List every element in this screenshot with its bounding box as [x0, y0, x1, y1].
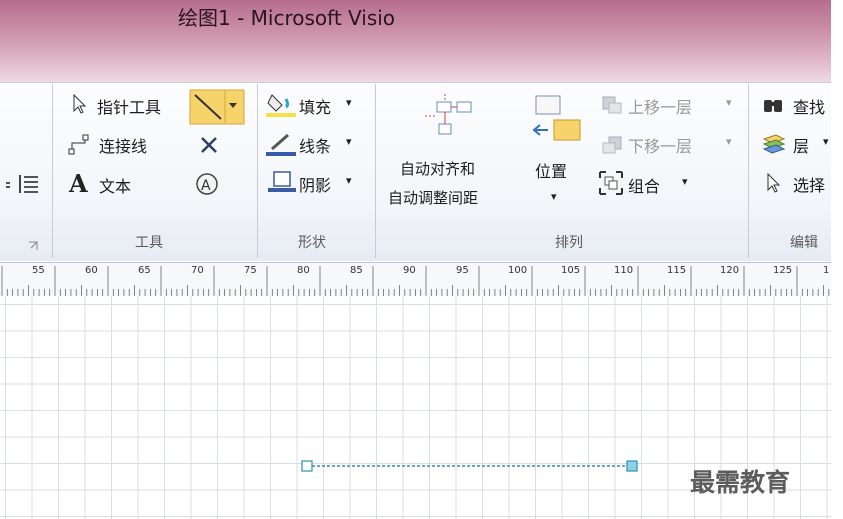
line-icon [266, 131, 298, 157]
send-backward-dropdown[interactable]: ▾ [726, 135, 732, 148]
layers-dropdown[interactable]: ▾ [823, 135, 829, 148]
freeform-icon[interactable]: A [193, 170, 221, 198]
ruler-label: 75 [244, 265, 257, 276]
dialog-launcher-icon[interactable] [28, 236, 38, 250]
line-end-handle[interactable] [626, 460, 638, 472]
pointer-tool-button[interactable]: 指针工具 [97, 94, 161, 118]
tools-group-label: 工具 [135, 235, 163, 251]
connector-icon [67, 133, 91, 157]
horizontal-ruler[interactable]: 55 60 65 70 75 80 85 90 95 100 105 110 1… [0, 262, 831, 297]
ruler-label: 65 [138, 265, 151, 276]
find-icon [762, 94, 786, 116]
position-icon[interactable] [530, 92, 584, 144]
ruler-label: 105 [561, 265, 581, 276]
arrange-group-label: 排列 [555, 235, 583, 251]
ruler-label: 1 [823, 265, 830, 276]
group-separator [52, 84, 53, 258]
bring-forward-dropdown[interactable]: ▾ [726, 96, 732, 109]
auto-align-label-1[interactable]: 自动对齐和 [400, 158, 475, 179]
line-dropdown[interactable]: ▾ [346, 135, 352, 148]
send-backward-button[interactable]: 下移一层 [628, 133, 692, 157]
line-button[interactable]: 线条 [299, 133, 331, 157]
auto-align-label-2[interactable]: 自动调整间距 [388, 187, 478, 208]
line-tool-button[interactable] [189, 89, 245, 125]
pointer-icon [70, 93, 88, 115]
ruler-label: 120 [720, 265, 740, 276]
close-icon[interactable] [199, 135, 219, 155]
bring-forward-icon [601, 95, 623, 115]
find-button[interactable]: 查找 [793, 94, 825, 118]
watermark: 最需教育 [690, 468, 791, 497]
shadow-icon [266, 168, 298, 194]
layers-icon [762, 133, 786, 155]
fill-icon [266, 91, 298, 117]
group-separator [375, 84, 376, 258]
ruler-label: 60 [85, 265, 98, 276]
line-start-handle[interactable] [301, 460, 313, 472]
ruler-label: 85 [350, 265, 363, 276]
ruler-label: 110 [614, 265, 634, 276]
group-separator [257, 84, 258, 258]
auto-align-icon[interactable] [423, 94, 479, 146]
fill-button[interactable]: 填充 [299, 94, 331, 118]
group-separator [748, 84, 749, 258]
group-icon [598, 170, 624, 196]
bring-forward-button[interactable]: 上移一层 [628, 94, 692, 118]
ruler-label: 95 [456, 265, 469, 276]
ruler-label: 125 [773, 265, 793, 276]
ruler-label: 90 [403, 265, 416, 276]
select-icon [764, 172, 782, 194]
fill-dropdown[interactable]: ▾ [346, 96, 352, 109]
send-backward-icon [601, 135, 623, 155]
window-title: 绘图1 - Microsoft Visio [178, 6, 396, 30]
shape-group-label: 形状 [298, 235, 326, 251]
layers-button[interactable]: 层 [793, 133, 809, 157]
ruler-label: 100 [508, 265, 528, 276]
shadow-button[interactable]: 阴影 [299, 172, 331, 196]
group-dropdown[interactable]: ▾ [682, 175, 688, 188]
svg-text:A: A [201, 178, 211, 194]
ruler-label: 115 [667, 265, 687, 276]
position-button[interactable]: 位置 [535, 158, 567, 182]
select-button[interactable]: 选择 [793, 172, 825, 196]
ruler-label: 70 [191, 265, 204, 276]
svg-text:A: A [68, 170, 88, 196]
shadow-dropdown[interactable]: ▾ [346, 174, 352, 187]
group-button[interactable]: 组合 [628, 173, 660, 197]
ruler-label: 80 [297, 265, 310, 276]
ruler-label: 55 [32, 265, 45, 276]
title-bar: 绘图1 - Microsoft Visio [0, 0, 831, 82]
connector-button[interactable]: 连接线 [99, 133, 147, 157]
text-icon: A [67, 169, 93, 198]
window-edge [831, 0, 843, 519]
position-dropdown[interactable]: ▾ [551, 190, 557, 203]
indent-icon[interactable] [6, 173, 40, 195]
editing-group-label: 编辑 [790, 235, 818, 251]
text-button[interactable]: 文本 [99, 173, 131, 197]
